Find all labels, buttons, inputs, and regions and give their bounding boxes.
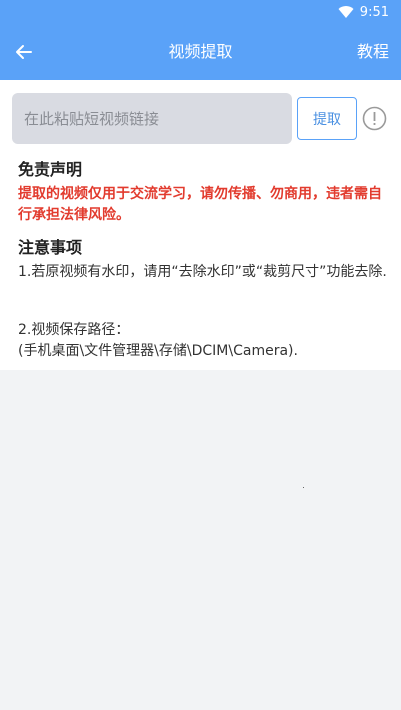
page-title: 视频提取 xyxy=(168,42,233,61)
arrow-left-icon xyxy=(16,45,32,59)
note-item-1: 1.若原视频有水印，请用“去除水印”或“裁剪尺寸”功能去除. xyxy=(18,264,387,280)
status-bar: 9:51 xyxy=(0,0,401,24)
info-icon[interactable] xyxy=(362,106,387,131)
app-bar: 9:51 视频提取 教程 xyxy=(0,0,401,80)
disclaimer-text: 提取的视频仅用于交流学习，请勿传播、勿商用，违者需自行承担法律风险。 xyxy=(18,186,382,223)
status-time: 9:51 xyxy=(359,4,389,20)
note-item-2: 2.视频保存路径： (手机桌面\文件管理器\存储\DCIM\Camera). xyxy=(18,320,388,362)
toolbar: 视频提取 教程 xyxy=(0,24,401,80)
note-item-2-line-2: (手机桌面\文件管理器\存储\DCIM\Camera). xyxy=(18,343,298,359)
note-item-2-line-1: 2.视频保存路径： xyxy=(18,322,130,338)
video-link-input[interactable] xyxy=(12,93,292,144)
notes-heading: 注意事项 xyxy=(18,238,83,257)
wifi-icon xyxy=(338,6,354,19)
back-button[interactable] xyxy=(10,38,38,66)
disclaimer-heading: 免责声明 xyxy=(18,160,83,179)
main-content: 提取 免责声明 提取的视频仅用于交流学习，请勿传播、勿商用，违者需自行承担法律风… xyxy=(0,80,401,370)
extract-button[interactable]: 提取 xyxy=(297,97,357,140)
tutorial-button[interactable]: 教程 xyxy=(357,24,389,80)
stray-dot xyxy=(303,487,304,488)
